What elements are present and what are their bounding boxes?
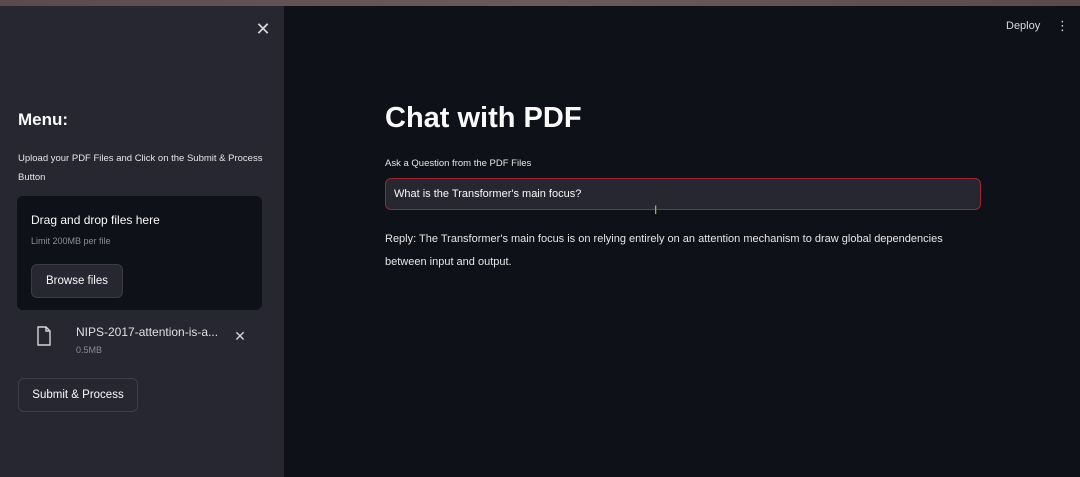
document-icon (37, 326, 51, 346)
browse-files-button[interactable]: Browse files (31, 264, 123, 298)
upload-instructions: Upload your PDF Files and Click on the S… (18, 153, 263, 183)
text-cursor-icon: I (654, 203, 658, 217)
deploy-button[interactable]: Deploy (1006, 20, 1040, 32)
close-icon[interactable]: ✕ (254, 20, 272, 38)
main-content: Deploy ⋮ Chat with PDF Ask a Question fr… (284, 6, 1080, 477)
dropzone-limit: Limit 200MB per file (31, 236, 111, 246)
dropzone-title: Drag and drop files here (31, 213, 160, 227)
reply-text: Reply: The Transformer's main focus is o… (385, 233, 943, 268)
remove-file-icon[interactable]: ✕ (232, 328, 248, 344)
file-dropzone[interactable]: Drag and drop files here Limit 200MB per… (17, 196, 262, 310)
kebab-menu-icon[interactable]: ⋮ (1056, 18, 1069, 34)
question-label: Ask a Question from the PDF Files (385, 158, 532, 169)
file-size: 0.5MB (76, 345, 103, 355)
sidebar: ✕ Menu: Upload your PDF Files and Click … (0, 6, 284, 477)
uploaded-file-item: NIPS-2017-attention-is-a... 0.5MB ✕ (30, 322, 260, 360)
question-input[interactable] (385, 178, 981, 210)
page-title: Chat with PDF (385, 102, 582, 134)
submit-process-button[interactable]: Submit & Process (18, 378, 138, 412)
sidebar-title: Menu: (18, 110, 69, 129)
file-name: NIPS-2017-attention-is-a... (76, 325, 219, 339)
